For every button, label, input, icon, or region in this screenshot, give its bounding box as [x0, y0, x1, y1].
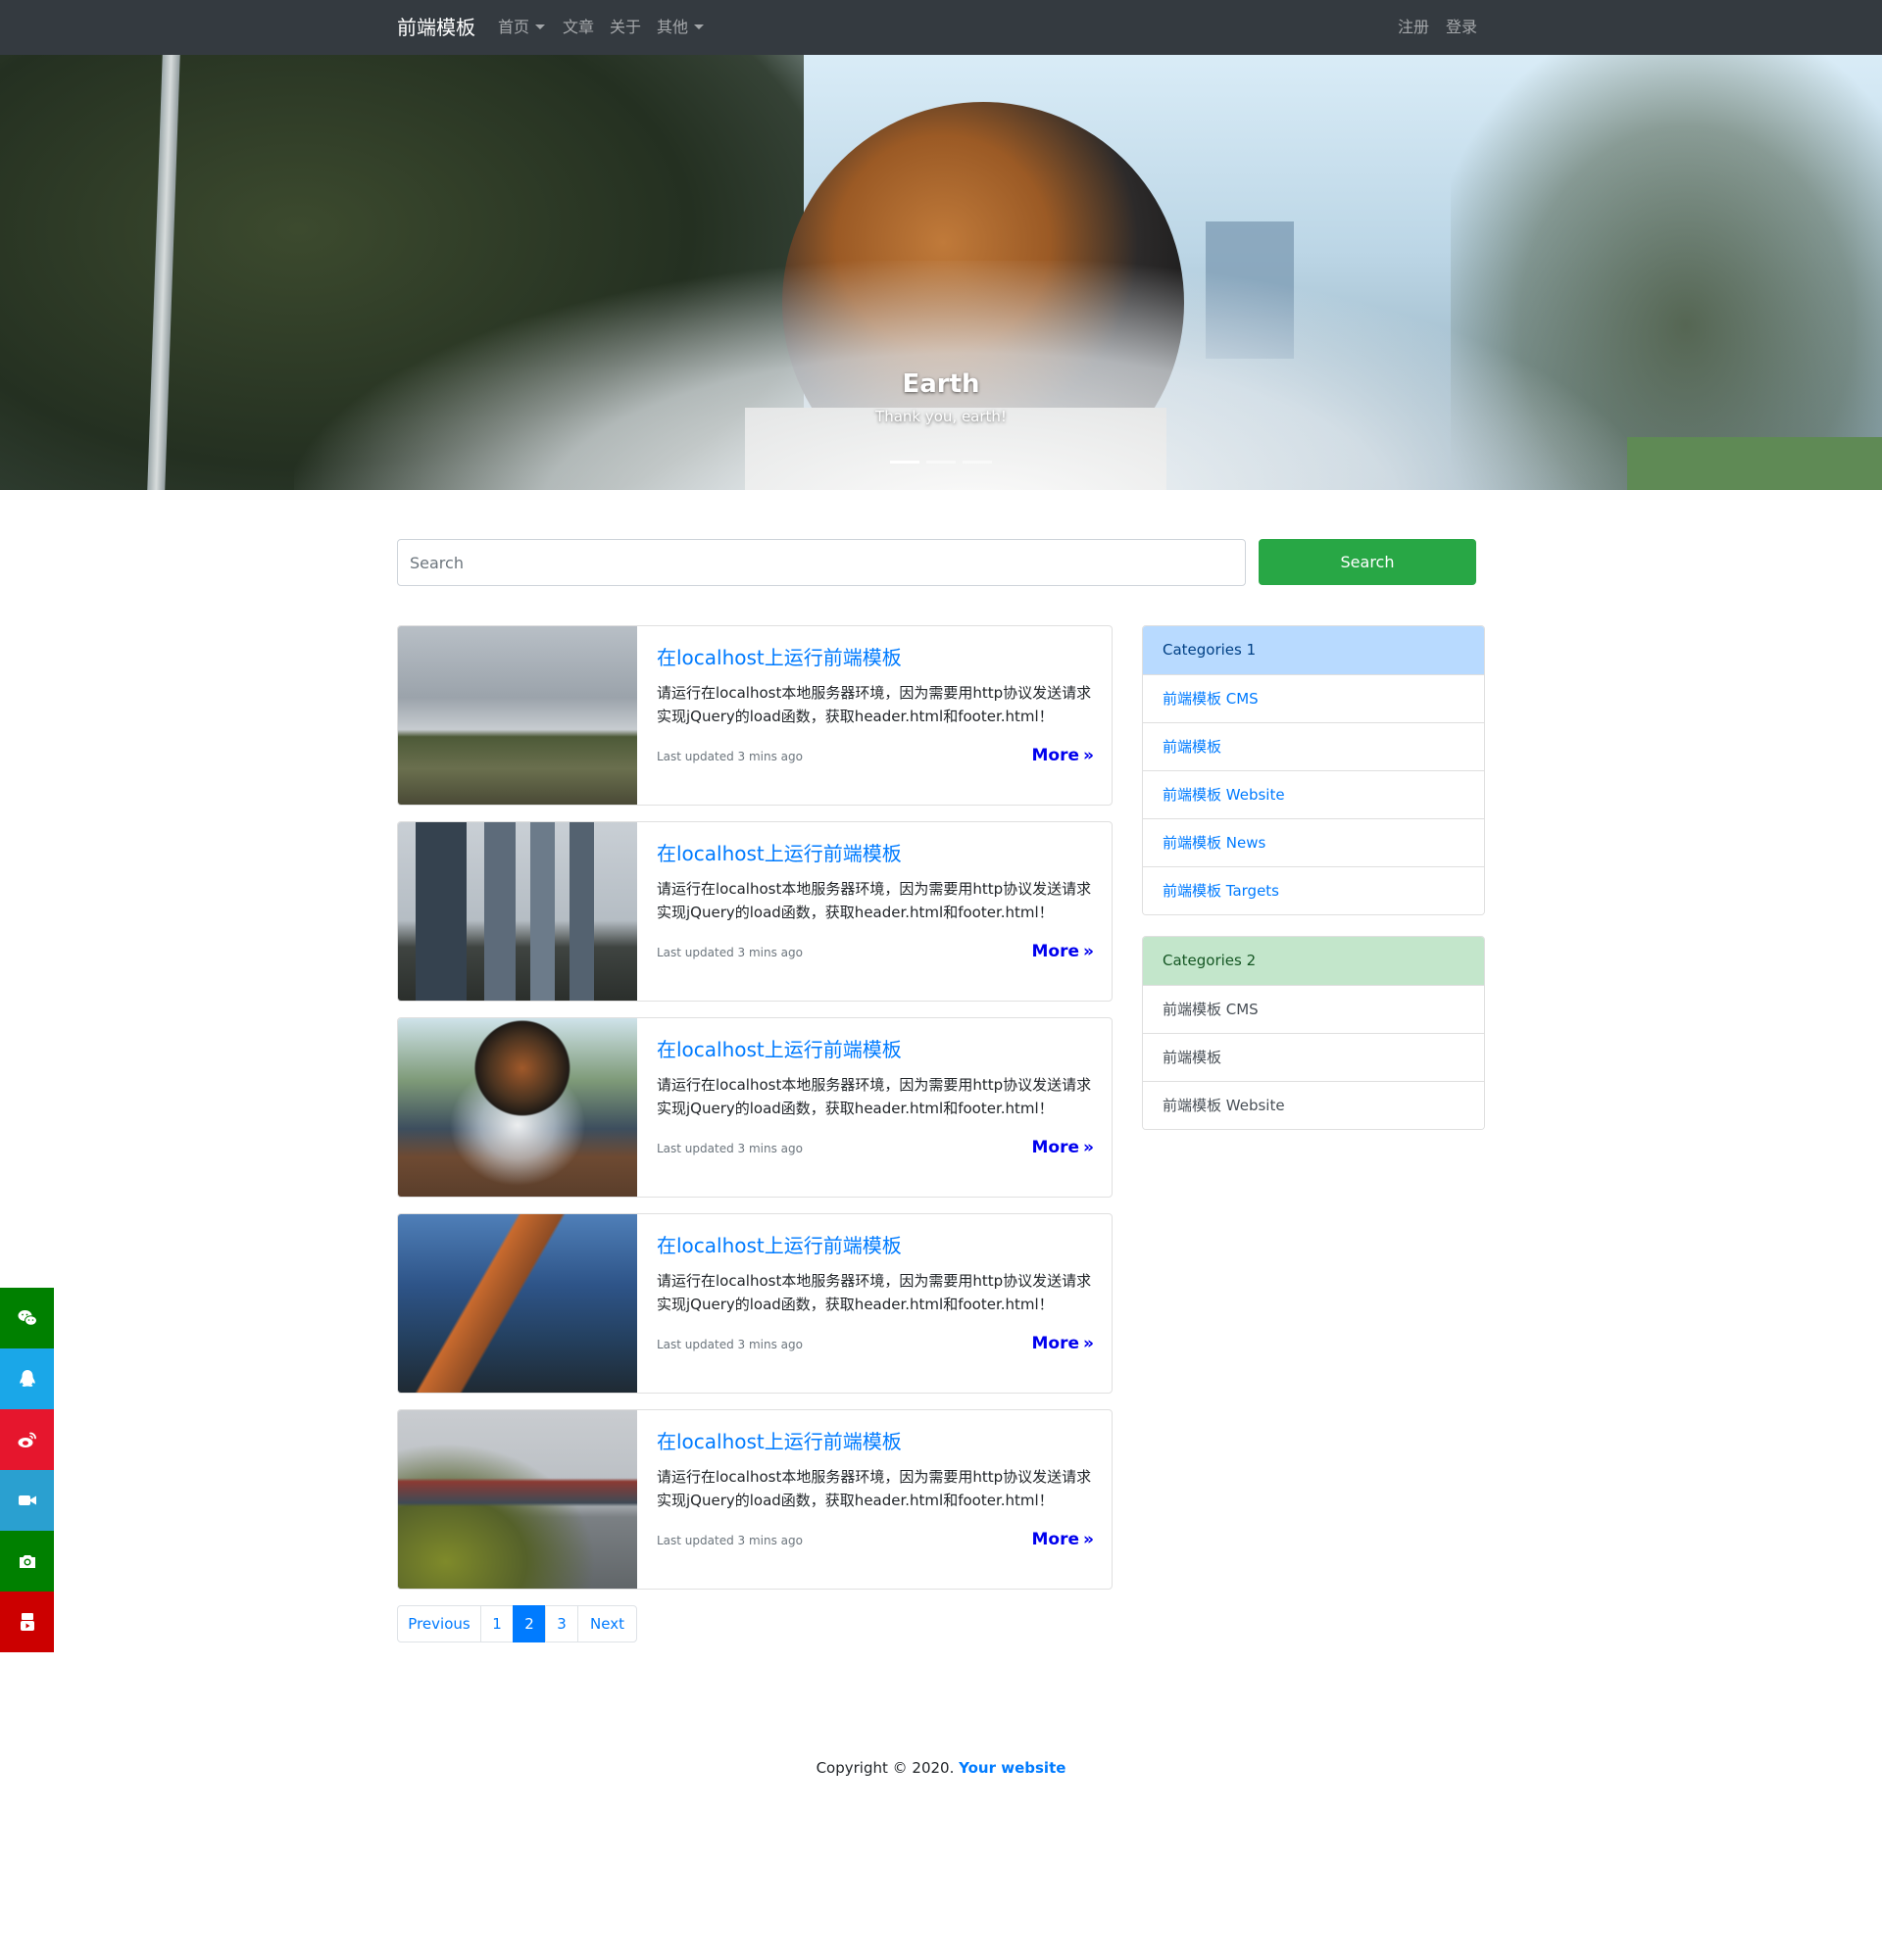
- double-chevron-right-icon: »: [1083, 746, 1094, 765]
- article-excerpt: 请运行在localhost本地服务器环境，因为需要用http协议发送请求实现jQ…: [657, 880, 1092, 921]
- chevron-down-icon: [694, 24, 705, 29]
- more-link-label: More: [1031, 1138, 1080, 1157]
- article-excerpt: 请运行在localhost本地服务器环境，因为需要用http协议发送请求实现jQ…: [657, 1272, 1092, 1313]
- search-button[interactable]: Search: [1259, 539, 1476, 585]
- search-input[interactable]: [397, 539, 1246, 586]
- wechat-icon: [18, 1310, 37, 1326]
- more-link[interactable]: More»: [1032, 1332, 1095, 1355]
- nav-about[interactable]: 关于: [610, 17, 641, 38]
- article-updated: Last updated 3 mins ago: [657, 750, 803, 763]
- category-item[interactable]: 前端模板 CMS: [1143, 985, 1484, 1033]
- more-link[interactable]: More»: [1032, 744, 1095, 767]
- article-updated: Last updated 3 mins ago: [657, 1338, 803, 1351]
- hero-pergola: [1627, 437, 1882, 490]
- carousel-indicator[interactable]: [926, 461, 956, 464]
- camera-icon: [19, 1555, 35, 1568]
- article-title[interactable]: 在localhost上运行前端模板: [657, 1232, 902, 1259]
- article-card: 在localhost上运行前端模板 请运行在localhost本地服务器环境，因…: [397, 625, 1113, 806]
- carousel-indicators: [890, 461, 992, 465]
- carousel-caption: Earth Thank you, earth!: [745, 368, 1137, 427]
- nav-login[interactable]: 登录: [1446, 17, 1477, 38]
- article-thumbnail[interactable]: [398, 1410, 637, 1589]
- more-link-label: More: [1031, 746, 1080, 765]
- categories-1-title: Categories 1: [1143, 626, 1484, 674]
- youtube-share-button[interactable]: [0, 1592, 54, 1652]
- copyright-text: Copyright © 2020.: [816, 1759, 955, 1777]
- chevron-down-icon: [535, 24, 546, 29]
- double-chevron-right-icon: »: [1083, 1530, 1094, 1549]
- weibo-icon: [18, 1432, 36, 1447]
- carousel-title: Earth: [902, 369, 980, 399]
- category-link[interactable]: 前端模板 CMS: [1143, 674, 1484, 722]
- category-link[interactable]: 前端模板: [1143, 722, 1484, 770]
- article-thumbnail[interactable]: [398, 822, 637, 1001]
- article-excerpt: 请运行在localhost本地服务器环境，因为需要用http协议发送请求实现jQ…: [657, 1076, 1092, 1117]
- article-thumbnail[interactable]: [398, 1018, 637, 1197]
- double-chevron-right-icon: »: [1083, 1138, 1094, 1157]
- article-thumbnail[interactable]: [398, 1214, 637, 1393]
- double-chevron-right-icon: »: [1083, 1334, 1094, 1353]
- nav-register[interactable]: 注册: [1398, 17, 1429, 38]
- article-updated: Last updated 3 mins ago: [657, 1142, 803, 1155]
- article-card: 在localhost上运行前端模板 请运行在localhost本地服务器环境，因…: [397, 1017, 1113, 1198]
- footer: Copyright © 2020. Your website: [0, 1756, 1882, 1780]
- video-camera-icon: [18, 1495, 36, 1505]
- nav-articles[interactable]: 文章: [563, 17, 594, 38]
- hero-carousel[interactable]: Earth Thank you, earth!: [0, 55, 1882, 490]
- article-card: 在localhost上运行前端模板 请运行在localhost本地服务器环境，因…: [397, 1213, 1113, 1394]
- carousel-indicator[interactable]: [890, 461, 919, 464]
- category-link[interactable]: 前端模板 Targets: [1143, 866, 1484, 914]
- more-link[interactable]: More»: [1032, 940, 1095, 963]
- category-item[interactable]: 前端模板 Website: [1143, 1081, 1484, 1129]
- page-previous[interactable]: Previous: [397, 1605, 481, 1642]
- article-title[interactable]: 在localhost上运行前端模板: [657, 644, 902, 671]
- nav-articles-label: 文章: [563, 18, 595, 36]
- wechat-share-button[interactable]: [0, 1288, 54, 1348]
- article-excerpt: 请运行在localhost本地服务器环境，因为需要用http协议发送请求实现jQ…: [657, 1468, 1092, 1509]
- article-excerpt: 请运行在localhost本地服务器环境，因为需要用http协议发送请求实现jQ…: [657, 684, 1092, 725]
- video-share-button[interactable]: [0, 1470, 54, 1531]
- page-2[interactable]: 2: [513, 1605, 546, 1642]
- more-link-label: More: [1031, 1334, 1080, 1353]
- more-link-label: More: [1031, 1530, 1080, 1549]
- top-navbar: 前端模板 首页 文章 关于 其他 注册 登录: [0, 0, 1882, 55]
- youtube-icon: [20, 1613, 34, 1631]
- carousel-indicator[interactable]: [963, 461, 992, 464]
- qq-icon: [19, 1370, 35, 1387]
- article-card: 在localhost上运行前端模板 请运行在localhost本地服务器环境，因…: [397, 1409, 1113, 1590]
- nav-home-label: 首页: [498, 18, 530, 36]
- article-title[interactable]: 在localhost上运行前端模板: [657, 1428, 902, 1455]
- nav-about-label: 关于: [610, 18, 642, 36]
- nav-other-label: 其他: [657, 18, 689, 36]
- category-link[interactable]: 前端模板 News: [1143, 818, 1484, 866]
- carousel-subtitle: Thank you, earth!: [875, 408, 1007, 425]
- more-link[interactable]: More»: [1032, 1136, 1095, 1159]
- website-link[interactable]: Your website: [959, 1759, 1065, 1777]
- page-next[interactable]: Next: [577, 1605, 637, 1642]
- more-link[interactable]: More»: [1032, 1528, 1095, 1551]
- categories-1-panel: Categories 1 前端模板 CMS 前端模板 前端模板 Website …: [1142, 625, 1485, 915]
- categories-2-title: Categories 2: [1143, 937, 1484, 985]
- article-card: 在localhost上运行前端模板 请运行在localhost本地服务器环境，因…: [397, 821, 1113, 1002]
- more-link-label: More: [1031, 942, 1080, 961]
- weibo-share-button[interactable]: [0, 1409, 54, 1470]
- article-thumbnail[interactable]: [398, 626, 637, 805]
- page-1[interactable]: 1: [480, 1605, 514, 1642]
- article-title[interactable]: 在localhost上运行前端模板: [657, 1036, 902, 1063]
- category-link[interactable]: 前端模板 Website: [1143, 770, 1484, 818]
- article-updated: Last updated 3 mins ago: [657, 946, 803, 959]
- category-item[interactable]: 前端模板: [1143, 1033, 1484, 1081]
- article-title[interactable]: 在localhost上运行前端模板: [657, 840, 902, 867]
- page-3[interactable]: 3: [545, 1605, 578, 1642]
- categories-2-panel: Categories 2 前端模板 CMS 前端模板 前端模板 Website: [1142, 936, 1485, 1130]
- article-updated: Last updated 3 mins ago: [657, 1534, 803, 1547]
- nav-other[interactable]: 其他: [657, 17, 705, 38]
- camera-share-button[interactable]: [0, 1531, 54, 1592]
- nav-home[interactable]: 首页: [498, 17, 546, 38]
- double-chevron-right-icon: »: [1083, 942, 1094, 961]
- qq-share-button[interactable]: [0, 1348, 54, 1409]
- brand-logo[interactable]: 前端模板: [397, 14, 475, 41]
